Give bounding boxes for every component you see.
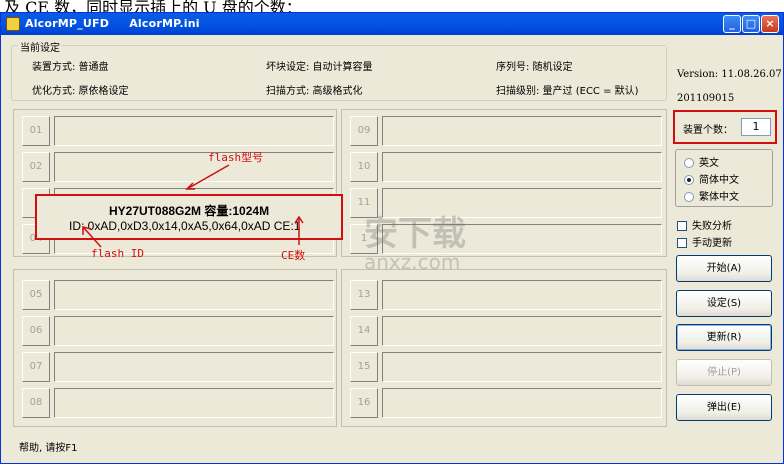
slot-status [382, 352, 662, 382]
slot-panel-bottom-right: 13 14 15 16 [341, 269, 667, 427]
lang-option-en[interactable]: 英文 [684, 154, 719, 169]
optimize-mode: 优化方式: 原依格设定 [32, 86, 129, 97]
lang-option-zh-tw[interactable]: 繁体中文 [684, 188, 739, 203]
slot-number: 14 [350, 316, 378, 346]
slot-06[interactable]: 06 [22, 316, 334, 346]
slot-status [382, 388, 662, 418]
slot-number: 16 [350, 388, 378, 418]
app-window: AlcorMP_UFD AlcorMP.ini _ □ × 当前设定 装置方式:… [0, 12, 784, 464]
group-label: 当前设定 [18, 39, 62, 54]
flash-info-box: HY27UT088G2M 容量:1024M ID: 0xAD,0xD3,0x14… [35, 194, 343, 240]
slot-08[interactable]: 08 [22, 388, 334, 418]
device-count-label: 装置个数： [683, 125, 733, 136]
flash-id-text: ID: 0xAD,0xD3,0x14,0xA5,0x64,0xAD CE:1 [69, 219, 301, 233]
scan-mode: 扫描方式: 高级格式化 [266, 86, 363, 97]
checkbox-icon [677, 238, 687, 248]
slot-number: 07 [22, 352, 50, 382]
slot-07[interactable]: 07 [22, 352, 334, 382]
slot-15[interactable]: 15 [350, 352, 662, 382]
slot-panel-bottom-left: 05 06 07 08 [13, 269, 337, 427]
stop-button[interactable]: 停止(P) [676, 359, 772, 386]
slot-status [54, 352, 334, 382]
device-count-field: 1 [741, 118, 771, 136]
slot-05[interactable]: 05 [22, 280, 334, 310]
slot-status [54, 316, 334, 346]
start-button[interactable]: 开始(A) [676, 255, 772, 282]
slot-number: 01 [22, 116, 50, 146]
install-mode: 装置方式: 普通盘 [32, 62, 109, 73]
checkbox-icon [677, 221, 687, 231]
slot-status [54, 152, 334, 182]
app-icon [6, 17, 20, 31]
slot-16[interactable]: 16 [350, 388, 662, 418]
serial-setting: 序列号: 随机设定 [496, 62, 573, 73]
slot-01[interactable]: 01 [22, 116, 334, 146]
update-button[interactable]: 更新(R) [676, 324, 772, 351]
manual-update-checkbox[interactable]: 手动更新 [677, 234, 732, 249]
slot-number: 10 [350, 152, 378, 182]
watermark-small: anxz.com [364, 250, 461, 274]
slot-10[interactable]: 10 [350, 152, 662, 182]
slot-number: 02 [22, 152, 50, 182]
title-bar[interactable]: AlcorMP_UFD AlcorMP.ini _ □ × [1, 13, 783, 35]
slot-09[interactable]: 09 [350, 116, 662, 146]
eject-button[interactable]: 弹出(E) [676, 394, 772, 421]
slot-status [382, 316, 662, 346]
slot-number: 06 [22, 316, 50, 346]
annotation-ce-count: CE数 [281, 249, 306, 262]
slot-status [382, 152, 662, 182]
close-icon[interactable]: × [761, 15, 779, 33]
slot-number: 08 [22, 388, 50, 418]
slot-status [54, 116, 334, 146]
settings-button[interactable]: 设定(S) [676, 290, 772, 317]
slot-status [54, 280, 334, 310]
slot-number: 09 [350, 116, 378, 146]
build-date: 201109015 [677, 93, 735, 104]
minimize-icon[interactable]: _ [723, 15, 741, 33]
current-settings-group: 当前设定 装置方式: 普通盘 坏块设定: 自动计算容量 序列号: 随机设定 优化… [11, 39, 667, 101]
annotation-flash-model: flash型号 [208, 151, 264, 164]
fail-analysis-checkbox[interactable]: 失败分析 [677, 217, 732, 232]
slot-number: 15 [350, 352, 378, 382]
version-text: Version: 11.08.26.07 [677, 69, 782, 80]
radio-icon [684, 192, 694, 202]
radio-selected-icon [684, 175, 694, 185]
scan-level: 扫描级别: 量产过 (ECC = 默认) [496, 86, 639, 97]
annotation-flash-id: flash ID [91, 247, 144, 260]
slot-status [54, 388, 334, 418]
lang-option-zh-cn[interactable]: 简体中文 [684, 171, 739, 186]
slot-02[interactable]: 02 [22, 152, 334, 182]
slot-number: 05 [22, 280, 50, 310]
language-group: 英文 简体中文 繁体中文 [675, 149, 773, 207]
window-title: AlcorMP_UFD AlcorMP.ini [25, 17, 200, 30]
maximize-icon[interactable]: □ [742, 15, 760, 33]
slot-14[interactable]: 14 [350, 316, 662, 346]
bad-block-setting: 坏块设定: 自动计算容量 [266, 62, 373, 73]
slot-status [382, 116, 662, 146]
status-bar: 帮助, 请按F1 [19, 443, 78, 454]
flash-model-text: HY27UT088G2M 容量:1024M [109, 204, 270, 218]
watermark-big: 安下载 [364, 214, 466, 254]
device-count-highlight: 装置个数： 1 [673, 110, 777, 144]
radio-icon [684, 158, 694, 168]
